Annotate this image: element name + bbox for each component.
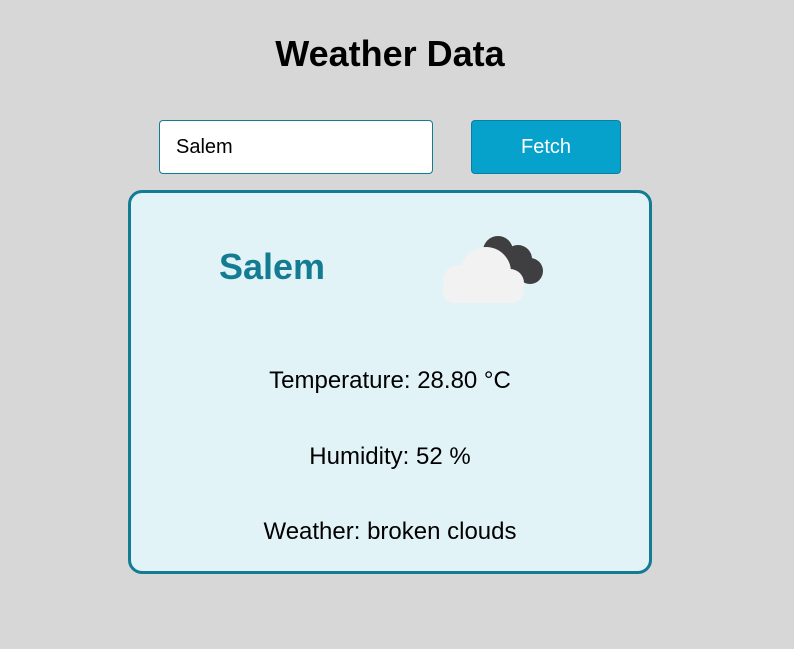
weather-condition-line: Weather: broken clouds (131, 518, 649, 546)
city-search-input[interactable] (159, 120, 433, 174)
page-title: Weather Data (275, 33, 505, 74)
temperature-label: Temperature: (269, 367, 411, 394)
humidity-line: Humidity: 52 % (131, 443, 649, 471)
temperature-line: Temperature: 28.80 °C (131, 367, 649, 395)
fetch-button[interactable]: Fetch (471, 120, 621, 174)
city-name: Salem (219, 246, 326, 287)
temperature-value: 28.80 °C (417, 367, 511, 394)
weather-card: Salem Temperature: 28.80 °C Humidity: 52… (128, 190, 652, 574)
broken-clouds-icon (443, 236, 543, 303)
weather-condition-value: broken clouds (367, 518, 517, 545)
humidity-label: Humidity: (309, 443, 410, 470)
humidity-value: 52 % (416, 443, 471, 470)
weather-condition-label: Weather: (263, 518, 361, 545)
